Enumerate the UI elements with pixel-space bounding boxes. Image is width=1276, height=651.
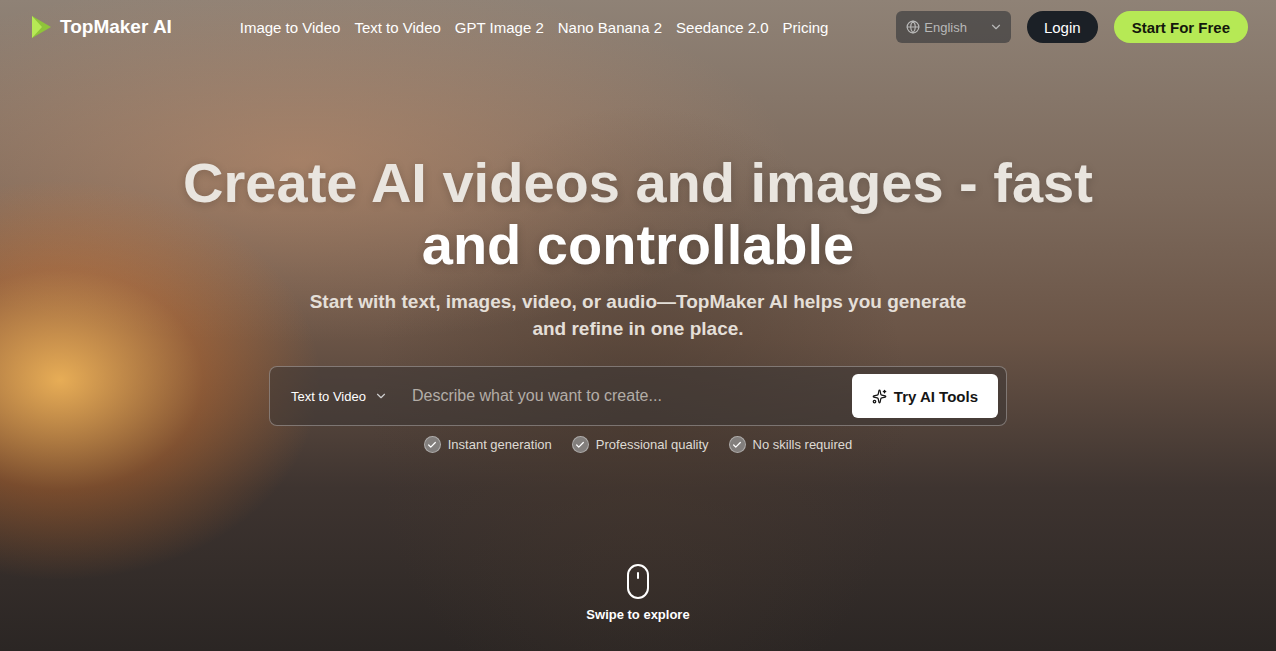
mouse-icon [627, 564, 649, 599]
nav-link[interactable]: Pricing [783, 19, 829, 36]
check-icon [732, 440, 742, 450]
login-button[interactable]: Login [1027, 11, 1098, 43]
sparkles-icon [872, 389, 887, 404]
chevron-down-icon [989, 20, 1003, 34]
header-actions: English Login Start For Free [896, 11, 1248, 43]
check-circle-icon [572, 436, 589, 453]
nav-link[interactable]: Image to Video [240, 19, 341, 36]
try-ai-tools-button[interactable]: Try AI Tools [852, 374, 998, 418]
start-button[interactable]: Start For Free [1114, 11, 1248, 43]
main-nav: Image to Video Text to Video GPT Image 2 Na… [172, 19, 896, 36]
language-select[interactable]: English [896, 11, 1011, 43]
hero-title-line: and controllable [183, 214, 1093, 276]
hero-title: Create AI videos and images - fastand co… [183, 152, 1093, 276]
submit-label: Try AI Tools [894, 388, 978, 405]
feature-list: Instant generation Professional quality No… [424, 436, 853, 453]
check-icon [427, 440, 437, 450]
check-circle-icon [424, 436, 441, 453]
nav-link[interactable]: Seedance 2.0 [676, 19, 769, 36]
scroll-hint-label: Swipe to explore [586, 607, 689, 622]
nav-link[interactable]: Text to Video [354, 19, 440, 36]
prompt-input[interactable] [398, 387, 842, 405]
header: TopMaker AI Image to Video Text to Video GP… [0, 0, 1276, 54]
brand-name: TopMaker AI [60, 16, 172, 38]
language-value: English [924, 20, 967, 35]
mode-select[interactable]: Text to Video [291, 389, 388, 404]
check-icon [575, 440, 585, 450]
chevron-down-icon [374, 389, 388, 403]
check-circle-icon [729, 436, 746, 453]
nav-link[interactable]: GPT Image 2 [455, 19, 544, 36]
feature-label: Professional quality [596, 437, 709, 452]
feature-item: No skills required [729, 436, 853, 453]
feature-label: No skills required [753, 437, 853, 452]
mode-value: Text to Video [291, 389, 366, 404]
play-logo-icon [30, 15, 52, 39]
scroll-hint[interactable]: Swipe to explore [586, 564, 689, 622]
brand-logo[interactable]: TopMaker AI [30, 15, 172, 39]
feature-item: Professional quality [572, 436, 709, 453]
hero-subtitle: Start with text, images, video, or audio… [293, 288, 983, 342]
feature-label: Instant generation [448, 437, 552, 452]
landing-page: TopMaker AI Image to Video Text to Video GP… [0, 0, 1276, 651]
mouse-wheel [637, 572, 639, 579]
globe-icon [906, 20, 920, 34]
nav-link[interactable]: Nano Banana 2 [558, 19, 662, 36]
feature-item: Instant generation [424, 436, 552, 453]
hero-title-line: Create AI videos and images - fast [183, 152, 1093, 214]
prompt-bar: Text to Video Try AI Tools [269, 366, 1007, 426]
